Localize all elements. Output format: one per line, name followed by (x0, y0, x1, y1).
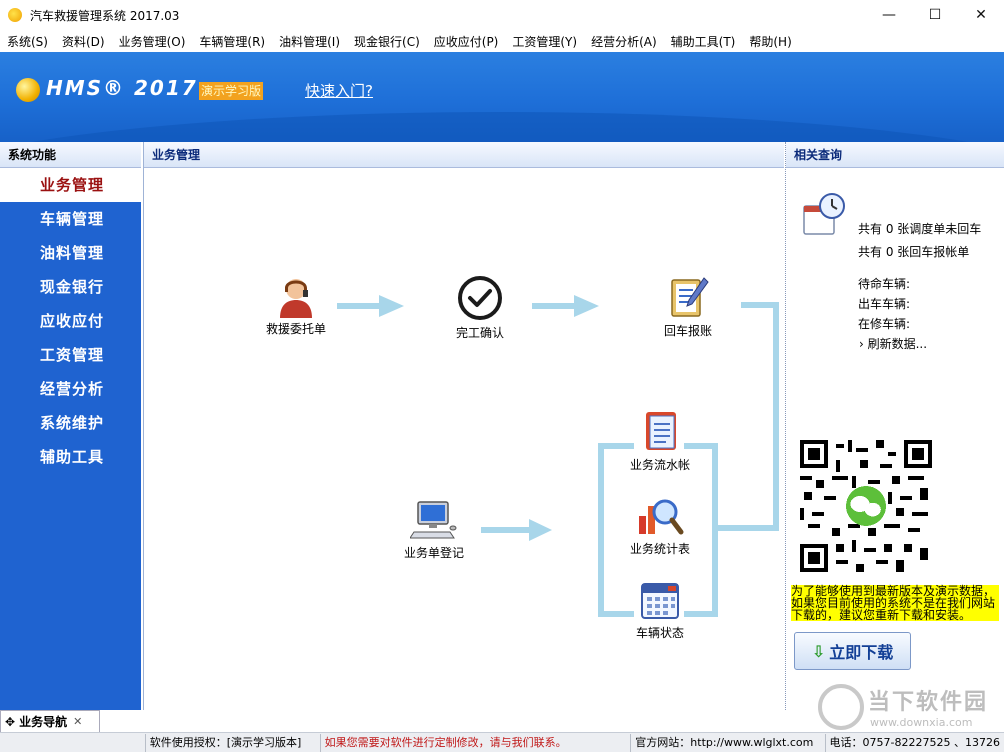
node-vehicle-status[interactable]: 车辆状态 (615, 578, 705, 641)
label-business-stats: 业务统计表 (629, 542, 690, 556)
arrow-head (529, 519, 552, 541)
watermark-logo-icon (818, 684, 864, 730)
nav-item-business[interactable]: 业务管理 (0, 168, 141, 202)
nav-item-tools[interactable]: 辅助工具 (0, 440, 141, 474)
dispatched-vehicles-label: 出车车辆: (858, 297, 911, 311)
demo-badge: 演示学习版 (199, 82, 264, 100)
computer-icon (410, 501, 457, 539)
menu-fuel[interactable]: 油料管理(I) (272, 33, 347, 50)
arrow-shaft (481, 527, 529, 533)
check-circle-icon (458, 276, 502, 320)
node-order-register[interactable]: 业务单登记 (389, 498, 479, 561)
download-now-button[interactable]: ⇩ 立即下载 (794, 632, 911, 670)
status-license: 软件使用授权：[演示学习版本] (146, 733, 321, 752)
standby-vehicles-label: 待命车辆: (858, 277, 911, 291)
reimburse-count: 共有 0 张回车报帐单 (858, 245, 970, 259)
arrow-head (379, 295, 404, 317)
nav-item-receivable[interactable]: 应收应付 (0, 304, 141, 338)
business-nav-tab[interactable]: ✥ 业务导航 ✕ (0, 710, 100, 732)
left-panel: 系统功能 业务管理 车辆管理 油料管理 现金银行 应收应付 工资管理 经营分析 … (0, 142, 141, 710)
minimize-button[interactable]: — (866, 0, 912, 30)
menu-business[interactable]: 业务管理(O) (112, 33, 193, 50)
center-panel: 业务管理 救援委托单 完工确认 回车报账 业务流水帐 业务统计表 车辆状态 业务… (143, 142, 784, 710)
nav-tab-label: 业务导航 (19, 715, 68, 729)
menu-tools[interactable]: 辅助工具(T) (664, 33, 743, 50)
node-rescue-order[interactable]: 救援委托单 (251, 274, 341, 337)
ledger-icon (646, 412, 676, 450)
status-custom-contact: 如果您需要对软件进行定制修改，请与我们联系。 (321, 733, 632, 752)
label-business-ledger: 业务流水帐 (629, 458, 690, 472)
banner-decoration (0, 112, 1004, 142)
menu-receivable[interactable]: 应收应付(P) (427, 33, 506, 50)
nav-item-salary[interactable]: 工资管理 (0, 338, 141, 372)
label-vehicle-status: 车辆状态 (635, 626, 684, 640)
status-segment-empty (0, 733, 146, 752)
node-business-ledger[interactable]: 业务流水帐 (615, 408, 705, 473)
quick-start-link[interactable]: 快速入门? (305, 80, 373, 101)
download-button-label: 立即下载 (829, 643, 894, 662)
undispatched-count: 共有 0 张调度单未回车 (858, 222, 982, 236)
menu-help[interactable]: 帮助(H) (742, 33, 798, 50)
watermark-text: 当下软件园 (868, 690, 989, 715)
nav-tab-icon: ✥ (5, 714, 16, 729)
stats-chart-icon (639, 499, 684, 535)
logo-text: HMS® 2017 (46, 76, 198, 100)
operator-icon (280, 279, 312, 318)
label-return-reimburse: 回车报账 (663, 324, 712, 338)
label-completion: 完工确认 (455, 326, 504, 340)
menu-data[interactable]: 资料(D) (55, 33, 112, 50)
watermark-url: www.downxia.com (870, 716, 973, 729)
menu-salary[interactable]: 工资管理(Y) (505, 33, 584, 50)
nav-item-maintenance[interactable]: 系统维护 (0, 406, 141, 440)
menu-analysis[interactable]: 经营分析(A) (584, 33, 664, 50)
arrow-shaft (532, 303, 574, 309)
qr-code (800, 440, 932, 572)
app-icon (8, 8, 22, 22)
arrow-head (574, 295, 599, 317)
status-phone: 电话：0757-82227525 、13726 (829, 735, 1000, 749)
watermark: 当下软件园 www.downxia.com (818, 680, 1004, 736)
function-nav: 业务管理 车辆管理 油料管理 现金银行 应收应付 工资管理 经营分析 系统维护 … (0, 168, 141, 474)
clock-calendar-icon (803, 193, 845, 235)
label-order-register: 业务单登记 (403, 546, 464, 560)
logo-icon (16, 78, 40, 102)
close-tab-icon[interactable]: ✕ (73, 715, 82, 728)
status-website: 官方网站：http://www.wlglxt.com (631, 733, 826, 752)
label-rescue-order: 救援委托单 (265, 322, 326, 336)
status-bar: 软件使用授权：[演示学习版本] 如果您需要对软件进行定制修改，请与我们联系。 官… (0, 732, 1004, 752)
header-banner: HMS® 2017 演示学习版 快速入门? (0, 52, 1004, 142)
left-panel-header: 系统功能 (0, 142, 141, 168)
maximize-button[interactable]: ☐ (912, 0, 958, 30)
window-title: 汽车救援管理系统 2017.03 (30, 8, 180, 23)
right-panel: 相关查询 共有 0 张调度单未回车 共有 0 张回车报帐单 待命车辆: 出车车辆… (785, 142, 1004, 710)
nav-item-analysis[interactable]: 经营分析 (0, 372, 141, 406)
menu-cash-bank[interactable]: 现金银行(C) (347, 33, 427, 50)
arrow-shaft (337, 303, 379, 309)
calendar-icon (641, 583, 679, 619)
nav-item-cash-bank[interactable]: 现金银行 (0, 270, 141, 304)
update-notice: 为了能够使用到最新版本及演示数据，如果您目前使用的系统不是在我们网站下载的，建议… (791, 585, 999, 621)
node-business-stats[interactable]: 业务统计表 (615, 494, 705, 557)
close-button[interactable]: ✕ (958, 0, 1004, 30)
refresh-data-link[interactable]: › 刷新数据... (859, 335, 927, 352)
menu-system[interactable]: 系统(S) (0, 33, 55, 50)
node-return-reimburse[interactable]: 回车报账 (643, 274, 733, 339)
node-completion[interactable]: 完工确认 (435, 274, 525, 341)
download-arrow-icon: ⇩ (811, 641, 826, 661)
clipboard-pencil-icon (671, 277, 709, 317)
title-bar: 汽车救援管理系统 2017.03 — ☐ ✕ (0, 0, 1004, 30)
menu-vehicle[interactable]: 车辆管理(R) (192, 33, 272, 50)
nav-item-vehicle[interactable]: 车辆管理 (0, 202, 141, 236)
nav-item-fuel[interactable]: 油料管理 (0, 236, 141, 270)
repair-vehicles-label: 在修车辆: (858, 317, 911, 331)
menu-bar: 系统(S) 资料(D) 业务管理(O) 车辆管理(R) 油料管理(I) 现金银行… (0, 30, 1004, 52)
right-panel-header: 相关查询 (786, 142, 1004, 168)
